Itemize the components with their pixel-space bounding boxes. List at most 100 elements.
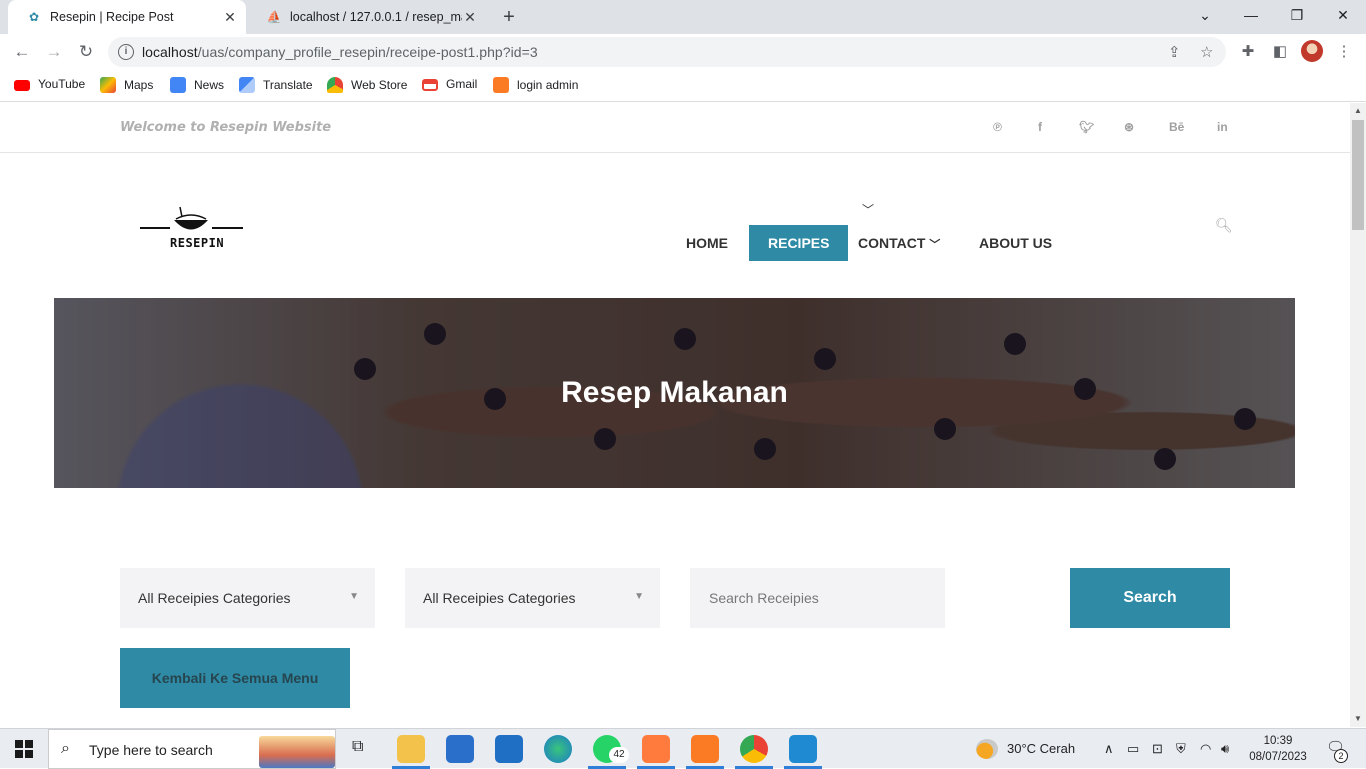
- toolbar: ← → ↻ i localhost/uas/company_profile_re…: [0, 34, 1366, 70]
- web-store-icon: [327, 77, 343, 93]
- bookmark-label: Maps: [124, 78, 154, 92]
- chrome-icon[interactable]: [740, 735, 768, 763]
- tab-resepin[interactable]: ✿ Resepin | Recipe Post ✕: [8, 0, 246, 34]
- caret-down-icon: ▼: [349, 591, 359, 602]
- chevron-down-icon: ﹀: [929, 239, 941, 251]
- bookmark-translate[interactable]: Translate: [239, 77, 313, 93]
- translate-icon: [239, 77, 255, 93]
- side-panel-icon[interactable]: ◧: [1269, 41, 1291, 63]
- windows-start-icon[interactable]: [15, 740, 33, 758]
- bookmark-star-icon[interactable]: ☆: [1200, 43, 1213, 61]
- resepin-favicon-icon: ✿: [28, 10, 40, 24]
- restore-button[interactable]: ❐: [1274, 0, 1320, 32]
- site-logo[interactable]: RESEPIN: [140, 203, 244, 253]
- youtube-icon: [14, 79, 30, 91]
- bookmark-news[interactable]: News: [170, 77, 224, 93]
- cooking-pot-logo-icon: [140, 206, 243, 230]
- usb-device-icon[interactable]: ⊡: [1152, 741, 1163, 757]
- microsoft-store-icon[interactable]: [446, 735, 474, 763]
- page-scrollbar[interactable]: ▲ ▼: [1350, 103, 1366, 727]
- nav-about-us[interactable]: About Us: [979, 225, 1052, 261]
- security-icon[interactable]: ⛨: [1176, 741, 1186, 757]
- search-icon[interactable]: 🔍︎: [1215, 217, 1233, 234]
- gmail-icon: [422, 79, 438, 91]
- maps-icon: [100, 77, 116, 93]
- bookmark-maps[interactable]: Maps: [100, 77, 153, 93]
- task-view-icon[interactable]: ⧉: [352, 738, 363, 756]
- category-select-2[interactable]: All Receipies Categories ▼: [405, 568, 660, 628]
- sublime-like-app-icon[interactable]: [642, 735, 670, 763]
- xampp-icon: [493, 77, 509, 93]
- url-text[interactable]: localhost/uas/company_profile_resepin/re…: [142, 44, 538, 60]
- search-recipes-input[interactable]: [690, 568, 945, 628]
- profile-avatar[interactable]: [1301, 40, 1323, 62]
- back-to-all-menu-button[interactable]: Kembali Ke Semua Menu: [120, 648, 350, 708]
- bookmark-label: login admin: [517, 78, 579, 92]
- behance-icon[interactable]: Bē: [1169, 120, 1184, 134]
- bookmark-label: Translate: [263, 78, 313, 92]
- nav-home[interactable]: Home: [686, 225, 728, 261]
- file-explorer-icon[interactable]: [397, 735, 425, 763]
- clock-time: 10:39: [1263, 735, 1293, 747]
- vscode-icon[interactable]: [789, 735, 817, 763]
- welcome-text: Welcome to Resepin Website: [120, 120, 332, 135]
- site-info-icon[interactable]: i: [118, 44, 134, 60]
- chevron-down-icon[interactable]: ﹀: [862, 201, 874, 218]
- dribbble-icon[interactable]: ⊛: [1124, 120, 1134, 134]
- weather-icon[interactable]: [976, 739, 998, 759]
- search-button[interactable]: Search: [1070, 568, 1230, 628]
- category-select-label: All Receipies Categories: [423, 590, 576, 606]
- volume-icon[interactable]: 🔊︎: [1221, 741, 1229, 757]
- forward-button[interactable]: →: [42, 40, 66, 64]
- address-bar[interactable]: i localhost/uas/company_profile_resepin/…: [108, 37, 1226, 67]
- back-button[interactable]: ←: [10, 40, 34, 64]
- bookmark-web-store[interactable]: Web Store: [327, 77, 407, 93]
- clock-date: 08/07/2023: [1249, 751, 1307, 763]
- menu-kebab-icon[interactable]: ⋮: [1333, 41, 1355, 63]
- edge-icon[interactable]: [544, 735, 572, 763]
- battery-icon[interactable]: ▭: [1127, 741, 1139, 757]
- scroll-up-icon[interactable]: ▲: [1354, 106, 1362, 115]
- search-icon: ⌕: [61, 740, 70, 757]
- weather-text[interactable]: 30°C Cerah: [1007, 741, 1075, 756]
- scroll-thumb[interactable]: [1352, 120, 1364, 230]
- hero-banner: Resep Makanan: [54, 298, 1295, 488]
- tab-title: Resepin | Recipe Post: [50, 10, 174, 24]
- tab-title: localhost / 127.0.0.1 / resep_mak: [290, 10, 462, 24]
- nav-contact-label: Contact: [858, 235, 926, 251]
- pinterest-icon[interactable]: ℗: [993, 120, 1002, 134]
- linkedin-icon[interactable]: in: [1217, 120, 1228, 134]
- tab-phpmyadmin[interactable]: ⛵ localhost / 127.0.0.1 / resep_mak ✕: [248, 0, 486, 34]
- close-window-button[interactable]: ✕: [1320, 0, 1366, 32]
- nav-recipes[interactable]: Recipes: [749, 225, 849, 261]
- facebook-icon[interactable]: f: [1038, 120, 1042, 134]
- taskbar-search-box[interactable]: ⌕ Type here to search: [48, 729, 336, 769]
- scroll-down-icon[interactable]: ▼: [1354, 714, 1362, 723]
- minimize-button[interactable]: —: [1228, 0, 1274, 32]
- wifi-icon[interactable]: ◠: [1200, 741, 1211, 757]
- bookmark-gmail[interactable]: Gmail: [422, 77, 477, 91]
- share-icon[interactable]: ⇪: [1168, 43, 1181, 61]
- tab-search-chevron-icon[interactable]: ⌄: [1182, 0, 1228, 32]
- clock[interactable]: 10:39 08/07/2023: [1244, 733, 1312, 765]
- nav-contact[interactable]: Contact ﹀: [858, 225, 940, 261]
- new-tab-button[interactable]: +: [498, 6, 520, 28]
- xampp-icon[interactable]: [691, 735, 719, 763]
- category-select-1[interactable]: All Receipies Categories ▼: [120, 568, 375, 628]
- extensions-icon[interactable]: ✚: [1237, 41, 1259, 63]
- show-hidden-icons-chevron-icon[interactable]: ∧: [1104, 741, 1114, 757]
- close-tab-icon[interactable]: ✕: [462, 9, 478, 25]
- bookmark-label: News: [194, 78, 225, 92]
- twitter-icon[interactable]: 🐦︎: [1079, 120, 1094, 134]
- bookmark-login-admin[interactable]: login admin: [493, 77, 578, 93]
- notification-count: 2: [1334, 749, 1348, 763]
- close-tab-icon[interactable]: ✕: [222, 9, 238, 25]
- windows-taskbar: ⌕ Type here to search ⧉ 42 30°C Cerah ∧ …: [0, 728, 1366, 769]
- news-icon: [170, 77, 186, 93]
- search-highlight-image: [259, 736, 335, 768]
- bookmark-youtube[interactable]: YouTube: [14, 77, 85, 91]
- bookmark-label: Gmail: [446, 77, 478, 91]
- reload-button[interactable]: ↻: [74, 40, 98, 64]
- mail-icon[interactable]: [495, 735, 523, 763]
- caret-down-icon: ▼: [634, 591, 644, 602]
